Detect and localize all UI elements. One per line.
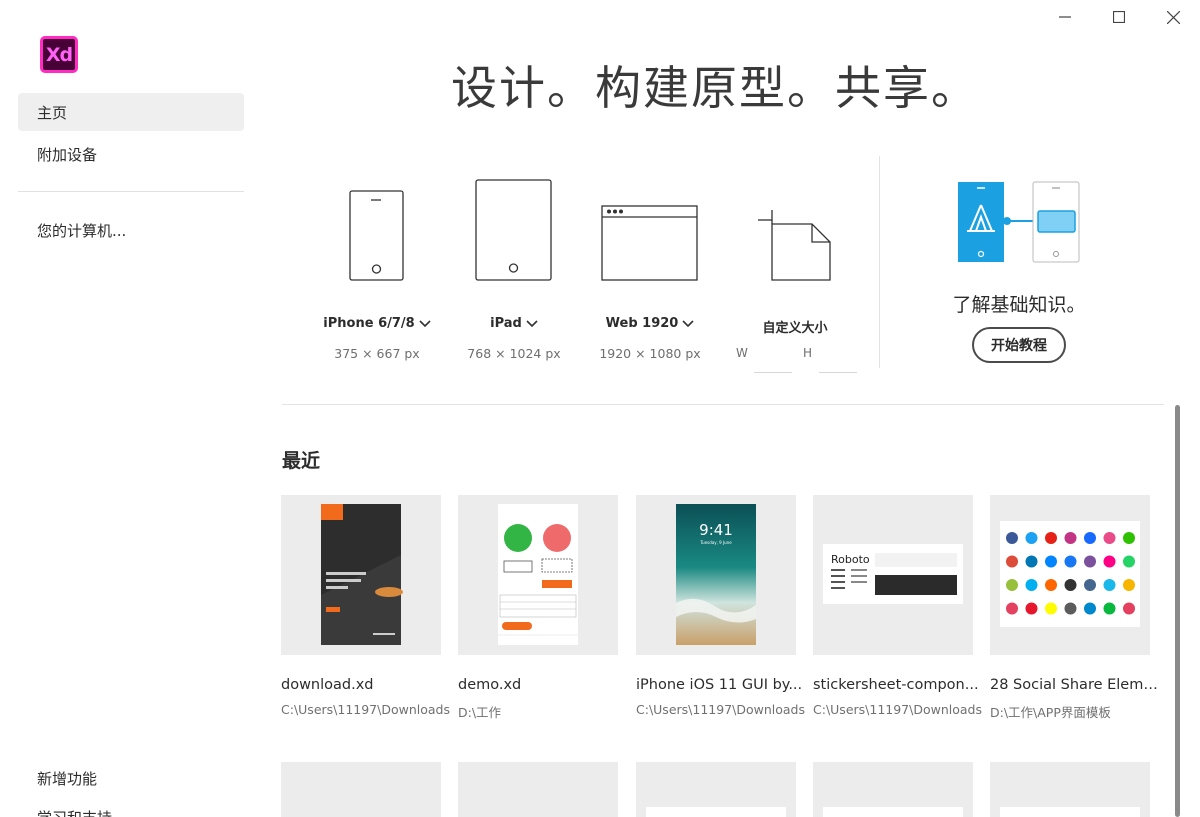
preset-custom-size[interactable]: 自定义大小 bbox=[740, 170, 850, 336]
sidebar-divider bbox=[18, 191, 244, 192]
start-tutorial-button[interactable]: 开始教程 bbox=[972, 327, 1066, 363]
scrollbar[interactable] bbox=[1175, 405, 1180, 817]
preset-name: iPad bbox=[490, 316, 522, 331]
sidebar-item-your-computer[interactable]: 您的计算机... bbox=[18, 211, 244, 249]
preset-iphone[interactable]: iPhone 6/7/8 375 × 667 px bbox=[317, 170, 437, 361]
file-path: D:\工作\APP界面模板 bbox=[990, 705, 1111, 720]
learn-basics-text: 了解基础知识。 bbox=[952, 294, 1086, 316]
maximize-button[interactable] bbox=[1092, 0, 1146, 34]
file-name: iPhone iOS 11 GUI by... bbox=[636, 677, 803, 693]
browser-icon bbox=[601, 205, 698, 281]
chevron-down-icon[interactable] bbox=[526, 319, 538, 328]
preset-size: 375 × 667 px bbox=[334, 346, 420, 361]
recent-file-card[interactable]: 9:41 Tuesday, 9 June iPhone iOS 11 GUI b… bbox=[636, 495, 805, 717]
file-name: stickersheet-compon... bbox=[813, 677, 979, 693]
tutorial-illustration bbox=[958, 181, 1080, 263]
page-headline: 设计。构建原型。共享。 bbox=[451, 61, 979, 115]
chevron-down-icon[interactable] bbox=[419, 319, 431, 328]
xd-logo: Xd bbox=[40, 36, 78, 73]
file-thumbnail[interactable] bbox=[990, 762, 1150, 817]
preset-web[interactable]: Web 1920 1920 × 1080 px bbox=[592, 170, 708, 361]
file-path: C:\Users\11197\Downloads bbox=[281, 702, 450, 717]
height-input[interactable] bbox=[819, 372, 857, 373]
file-path: C:\Users\11197\Downloads bbox=[636, 702, 805, 717]
sidebar: Xd 主页 附加设备 您的计算机... 新增功能 学习和支持 bbox=[0, 0, 262, 817]
width-input[interactable] bbox=[754, 372, 792, 373]
file-thumbnail bbox=[458, 495, 618, 655]
file-thumbnail[interactable] bbox=[458, 762, 618, 817]
close-button[interactable] bbox=[1146, 0, 1200, 34]
preset-size: 768 × 1024 px bbox=[467, 346, 561, 361]
thumb-title: Roboto bbox=[831, 553, 870, 566]
chevron-down-icon[interactable] bbox=[682, 319, 694, 328]
file-thumbnail bbox=[990, 495, 1150, 655]
sidebar-item-learn-support[interactable]: 学习和支持 bbox=[18, 801, 244, 817]
section-divider bbox=[879, 156, 880, 368]
preset-size: 1920 × 1080 px bbox=[599, 346, 701, 361]
file-thumbnail: 9:41 Tuesday, 9 June bbox=[636, 495, 796, 655]
file-thumbnail[interactable] bbox=[636, 762, 796, 817]
minimize-icon bbox=[1059, 16, 1071, 18]
sidebar-item-home[interactable]: 主页 bbox=[18, 93, 244, 131]
sidebar-item-whats-new[interactable]: 新增功能 bbox=[18, 759, 244, 797]
preset-ipad[interactable]: iPad 768 × 1024 px bbox=[454, 170, 574, 361]
recent-file-card[interactable]: download.xd C:\Users\11197\Downloads bbox=[281, 495, 450, 717]
sidebar-item-add-ons[interactable]: 附加设备 bbox=[18, 135, 244, 173]
custom-size-icon bbox=[758, 210, 831, 281]
file-name: download.xd bbox=[281, 677, 374, 693]
file-name: demo.xd bbox=[458, 677, 522, 693]
recent-file-card[interactable]: demo.xd D:\工作 bbox=[458, 495, 618, 721]
window-controls bbox=[1038, 0, 1200, 34]
recent-file-card[interactable]: Roboto stickersheet-compon... C:\Users\1… bbox=[813, 495, 982, 717]
thumb-clock: 9:41 bbox=[699, 521, 733, 539]
maximize-icon bbox=[1113, 11, 1125, 23]
phone-icon bbox=[349, 190, 404, 281]
preset-name: iPhone 6/7/8 bbox=[323, 316, 415, 331]
width-label: W bbox=[736, 346, 748, 360]
file-thumbnail[interactable] bbox=[813, 762, 973, 817]
preset-name: Web 1920 bbox=[605, 316, 679, 331]
recent-divider bbox=[282, 404, 1164, 405]
recent-file-card[interactable]: 28 Social Share Eleme... D:\工作\APP界面模板 bbox=[990, 495, 1158, 721]
file-name: 28 Social Share Eleme... bbox=[990, 677, 1158, 693]
minimize-button[interactable] bbox=[1038, 0, 1092, 34]
file-thumbnail: Roboto bbox=[813, 495, 973, 655]
tablet-icon bbox=[475, 179, 552, 281]
thumb-date: Tuesday, 9 June bbox=[699, 540, 732, 545]
recent-heading: 最近 bbox=[282, 450, 321, 472]
file-path: D:\工作 bbox=[458, 705, 502, 720]
close-icon bbox=[1166, 10, 1180, 24]
file-path: C:\Users\11197\Downloads bbox=[813, 702, 982, 717]
height-label: H bbox=[803, 346, 813, 360]
preset-name: 自定义大小 bbox=[762, 321, 828, 336]
file-thumbnail bbox=[281, 495, 441, 655]
file-thumbnail[interactable] bbox=[281, 762, 441, 817]
